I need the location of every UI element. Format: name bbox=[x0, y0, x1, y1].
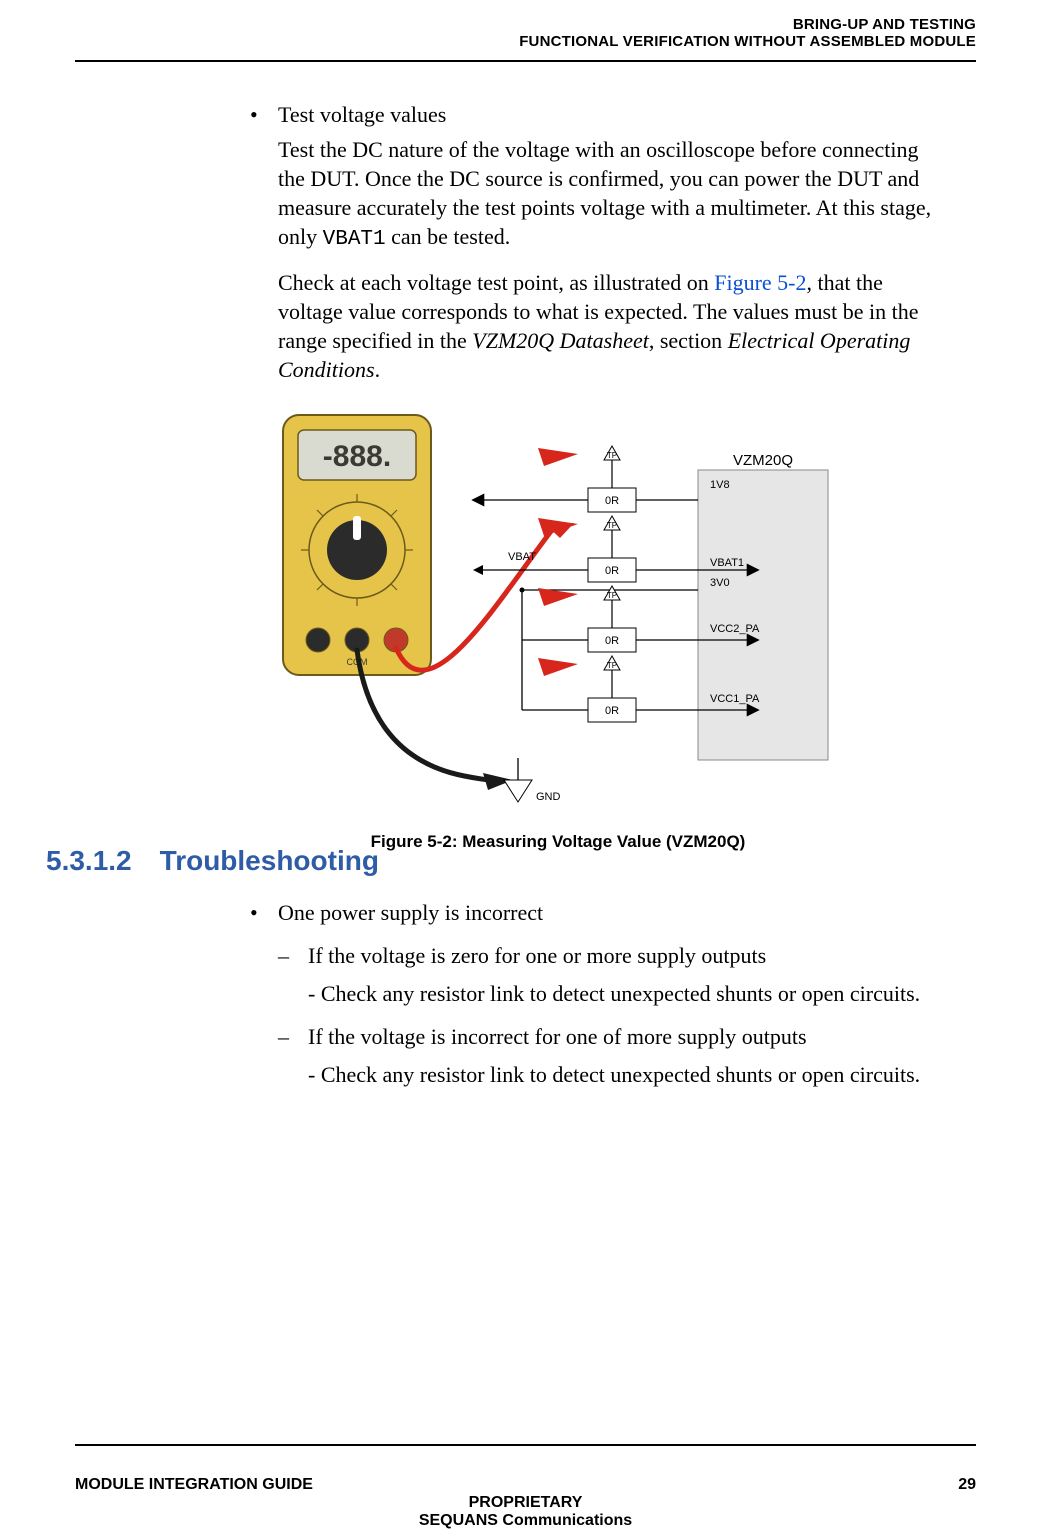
label-vbat1: VBAT1 bbox=[710, 557, 744, 569]
chip-label: VZM20Q bbox=[733, 452, 793, 469]
para2-d: . bbox=[375, 357, 381, 382]
para1-b: can be tested. bbox=[386, 224, 511, 249]
doc-title-italic: VZM20Q Datasheet bbox=[472, 328, 649, 353]
resistor-vbat-label: 0R bbox=[605, 565, 619, 577]
footer-left: MODULE INTEGRATION GUIDE bbox=[75, 1476, 313, 1493]
jack-left bbox=[306, 628, 330, 652]
dash-marker: – bbox=[278, 1022, 308, 1051]
multimeter-reading: -888. bbox=[323, 440, 391, 473]
mono-vbat1: VBAT1 bbox=[323, 228, 386, 251]
page-footer: MODULE INTEGRATION GUIDE PROPRIETARY SEQ… bbox=[75, 1476, 976, 1494]
label-vcc2pa: VCC2_PA bbox=[710, 623, 760, 635]
dial-pointer bbox=[353, 516, 361, 540]
para2-a: Check at each voltage test point, as ill… bbox=[278, 270, 714, 295]
resistor-vcc2-label: 0R bbox=[605, 635, 619, 647]
label-1v8: 1V8 bbox=[710, 479, 730, 491]
label-vbat: VBAT bbox=[508, 551, 536, 563]
header-rule bbox=[75, 60, 976, 62]
label-gnd: GND bbox=[536, 791, 561, 803]
footer-center-2: SEQUANS Communications bbox=[75, 1512, 976, 1530]
tp-1v8-label: TP bbox=[607, 451, 617, 460]
running-header-line1: BRING-UP AND TESTING bbox=[519, 16, 976, 33]
probe-arrow-vcc1 bbox=[538, 658, 578, 676]
label-3v0: 3V0 bbox=[710, 577, 730, 589]
gnd-symbol: GND bbox=[504, 758, 561, 803]
dash-2-sub: - Check any resistor link to detect unex… bbox=[308, 1060, 941, 1089]
section-number: 5.3.1.2 bbox=[46, 845, 132, 877]
figure-diagram: -888. bbox=[278, 410, 838, 810]
rail-vbat-arrow-l bbox=[473, 565, 483, 575]
tp-vcc1-label: TP bbox=[607, 661, 617, 670]
running-header: BRING-UP AND TESTING FUNCTIONAL VERIFICA… bbox=[519, 16, 976, 50]
para2-c: , section bbox=[649, 328, 728, 353]
resistor-1v8-label: 0R bbox=[605, 495, 619, 507]
footer-page-number: 29 bbox=[958, 1476, 976, 1494]
probe-arrow-vcc2 bbox=[538, 588, 578, 606]
figure-5-2: -888. bbox=[278, 410, 838, 853]
resistor-vcc1-label: 0R bbox=[605, 705, 619, 717]
dash-marker: – bbox=[278, 941, 308, 970]
bullet-test-voltage: • Test voltage values Test the DC nature… bbox=[250, 100, 941, 853]
bullet-title: Test voltage values bbox=[278, 100, 446, 129]
dash-item-2: – If the voltage is incorrect for one of… bbox=[278, 1022, 941, 1051]
node-3v0 bbox=[520, 587, 525, 592]
probe-arrow-1v8 bbox=[538, 448, 578, 466]
section-title: Troubleshooting bbox=[160, 845, 379, 877]
bullet-one-supply: • One power supply is incorrect bbox=[250, 898, 941, 927]
section-heading: 5.3.1.2 Troubleshooting bbox=[46, 845, 379, 877]
bullet-marker: • bbox=[250, 898, 278, 927]
dash-1-sub: - Check any resistor link to detect unex… bbox=[308, 979, 941, 1008]
paragraph-2: Check at each voltage test point, as ill… bbox=[278, 268, 941, 384]
tp-vcc2-label: TP bbox=[607, 591, 617, 600]
bullet-marker: • bbox=[250, 100, 278, 129]
footer-center-1: PROPRIETARY bbox=[75, 1494, 976, 1512]
chip-block bbox=[698, 470, 828, 760]
paragraph-1: Test the DC nature of the voltage with a… bbox=[278, 135, 941, 254]
footer-rule bbox=[75, 1444, 976, 1446]
bullet-one-supply-text: One power supply is incorrect bbox=[278, 898, 543, 927]
dash-item-1-text: If the voltage is zero for one or more s… bbox=[308, 941, 766, 970]
label-vcc1pa: VCC1_PA bbox=[710, 693, 760, 705]
dash-item-2-text: If the voltage is incorrect for one of m… bbox=[308, 1022, 807, 1051]
tp-vbat-label: TP bbox=[607, 521, 617, 530]
dash-item-1: – If the voltage is zero for one or more… bbox=[278, 941, 941, 970]
figure-reference-link[interactable]: Figure 5-2 bbox=[714, 270, 806, 295]
running-header-line2: FUNCTIONAL VERIFICATION WITHOUT ASSEMBLE… bbox=[519, 33, 976, 50]
